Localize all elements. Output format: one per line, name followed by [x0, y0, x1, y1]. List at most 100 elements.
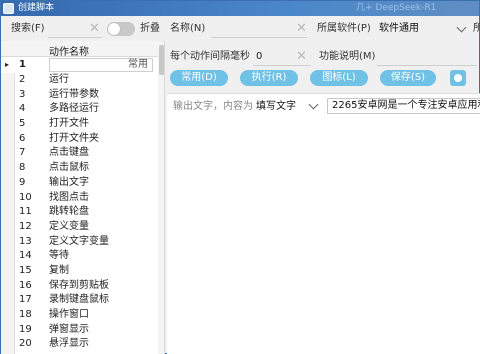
interval-label: 每个动作间隔毫秒 — [170, 51, 250, 62]
description-label: 功能说明(M) — [319, 51, 376, 62]
name-label: 名称(N) — [170, 23, 206, 34]
name-clear-icon[interactable]: ✕ — [296, 22, 307, 36]
fold-label: 折叠 — [140, 23, 160, 34]
row-number: 7 — [19, 147, 26, 159]
extra-label: 所 — [473, 23, 480, 34]
table-row[interactable]: 17 录制键盘鼠标 — [1, 293, 158, 308]
software-label: 所属软件(P) — [317, 23, 371, 34]
interval-value: 0 — [256, 51, 263, 62]
icon-button[interactable]: 图标(L) — [310, 70, 368, 86]
search-label: 搜索(F) — [11, 23, 45, 34]
row-action-name: 多路径运行 — [49, 103, 99, 115]
row-action-name: 操作窗口 — [49, 309, 89, 320]
row-action-name: 打开文件夹 — [49, 132, 99, 144]
row-number: 2 — [19, 74, 26, 85]
row-action-name: 运行 — [49, 74, 69, 85]
table-row[interactable]: 3 运行带参数 — [1, 88, 158, 103]
description-input[interactable] — [377, 50, 477, 66]
row-action-name: 打开文件 — [49, 118, 89, 130]
table-row[interactable]: 18 操作窗口 — [1, 308, 158, 323]
table-row[interactable]: 8 点击鼠标 — [1, 161, 158, 176]
row-action-name: 等待 — [49, 250, 69, 262]
table-row[interactable]: 5 打开文件 — [1, 117, 158, 132]
table-row[interactable]: 4 多路径运行 — [1, 102, 158, 117]
row-number: 14 — [19, 250, 32, 262]
row-action-name: 定义文字变量 — [49, 235, 109, 247]
row-number: 15 — [19, 264, 32, 276]
selected-row[interactable]: ▸ 1 常用 — [1, 57, 158, 73]
action-editor: 输出文字，内容为 填写文字 2265安卓网是一个专注安卓应用和游戏 — [167, 93, 480, 354]
row-action-name: 弹窗显示 — [49, 323, 89, 335]
github-icon[interactable] — [450, 70, 466, 86]
row-number: 3 — [19, 88, 26, 100]
search-clear-icon[interactable]: ✕ — [89, 22, 100, 36]
column-header-action-name: 动作名称 — [49, 47, 89, 58]
row-number: 17 — [19, 294, 32, 306]
row-number: 19 — [19, 323, 32, 335]
row-action-name: 复制 — [49, 264, 69, 276]
output-text-prompt: 输出文字，内容为 — [173, 101, 253, 112]
action-grid: 动作名称 ▸ 1 常用 2 运行 3 运行带参数 4 多路径运行 5 打开文件 6 打开文件夹 7 点… — [1, 41, 165, 354]
table-row[interactable]: 10 找图点击 — [1, 191, 158, 206]
row-number: 6 — [19, 132, 26, 144]
window-title: 创建脚本 — [18, 3, 55, 13]
row-action-name: 运行带参数 — [49, 88, 99, 100]
run-button[interactable]: 执行(R) — [240, 70, 298, 86]
row-number: 18 — [19, 309, 32, 320]
table-row[interactable]: 7 点击键盘 — [1, 146, 158, 161]
row-action-name: 点击键盘 — [49, 147, 89, 159]
row-number: 5 — [19, 118, 26, 130]
chevron-down-icon[interactable] — [308, 99, 319, 110]
row-action-name: 定义变量 — [49, 220, 89, 232]
output-method-select[interactable]: 填写文字 — [256, 100, 296, 114]
name-input[interactable] — [211, 22, 307, 38]
row-action-name: 跳转轮盘 — [49, 206, 89, 218]
table-row[interactable]: 16 保存到剪贴板 — [1, 279, 158, 294]
grid-header: 动作名称 — [1, 41, 158, 58]
selected-row-editor[interactable]: 常用 — [49, 58, 153, 72]
app-icon — [3, 3, 14, 14]
table-row[interactable]: 6 打开文件夹 — [1, 132, 158, 147]
row-number: 20 — [19, 338, 32, 350]
row-number: 11 — [19, 206, 32, 218]
row-action-name: 保存到剪贴板 — [49, 279, 109, 291]
grid-scrollbar[interactable] — [158, 41, 164, 354]
action-rows: 2 运行 3 运行带参数 4 多路径运行 5 打开文件 6 打开文件夹 7 点击键盘 8 点击鼠标 9 输出文… — [1, 73, 158, 352]
table-row[interactable]: 19 弹窗显示 — [1, 323, 158, 338]
row-number: 10 — [19, 191, 32, 203]
table-row[interactable]: 14 等待 — [1, 249, 158, 264]
output-text-input[interactable]: 2265安卓网是一个专注安卓应用和游戏 — [327, 98, 480, 114]
row-action-name: 点击鼠标 — [49, 162, 89, 174]
table-row[interactable]: 9 输出文字 — [1, 176, 158, 191]
row-number: 9 — [19, 176, 26, 188]
row-number: 8 — [19, 162, 26, 174]
toggle-knob — [108, 23, 120, 35]
table-row[interactable]: 11 跳转轮盘 — [1, 205, 158, 220]
row-action-name: 输出文字 — [49, 176, 89, 188]
table-row[interactable]: 13 定义文字变量 — [1, 235, 158, 250]
row-action-name: 录制键盘鼠标 — [49, 294, 109, 306]
software-select[interactable]: 软件通用 — [379, 22, 419, 36]
row-number: 16 — [19, 279, 32, 291]
row-action-name: 找图点击 — [49, 191, 89, 203]
row-pointer-icon: ▸ — [5, 60, 10, 69]
row-action-name: 悬浮显示 — [49, 338, 89, 350]
chevron-down-icon[interactable] — [456, 22, 467, 33]
row-number: 13 — [19, 235, 32, 247]
row-number: 4 — [19, 103, 26, 115]
fold-toggle[interactable] — [107, 22, 135, 36]
selected-row-number: 1 — [19, 59, 26, 70]
table-row[interactable]: 12 定义变量 — [1, 220, 158, 235]
create-script-window: 创建脚本 几+ DeepSeek-R1 搜索(F) ✕ 折叠 名称(N) ✕ 所… — [0, 0, 480, 354]
selected-row-value: 常用 — [128, 59, 148, 70]
common-button[interactable]: 常用(D) — [170, 70, 228, 86]
title-bar: 创建脚本 几+ DeepSeek-R1 — [1, 1, 479, 16]
background-window-title: 几+ DeepSeek-R1 — [356, 3, 437, 13]
table-row[interactable]: 15 复制 — [1, 264, 158, 279]
table-row[interactable]: 2 运行 — [1, 73, 158, 88]
interval-clear-icon[interactable]: ✕ — [296, 50, 307, 64]
scrollbar-thumb[interactable] — [159, 45, 164, 75]
table-row[interactable]: 20 悬浮显示 — [1, 337, 158, 352]
row-number: 12 — [19, 220, 32, 232]
save-button[interactable]: 保存(S) — [380, 70, 436, 86]
